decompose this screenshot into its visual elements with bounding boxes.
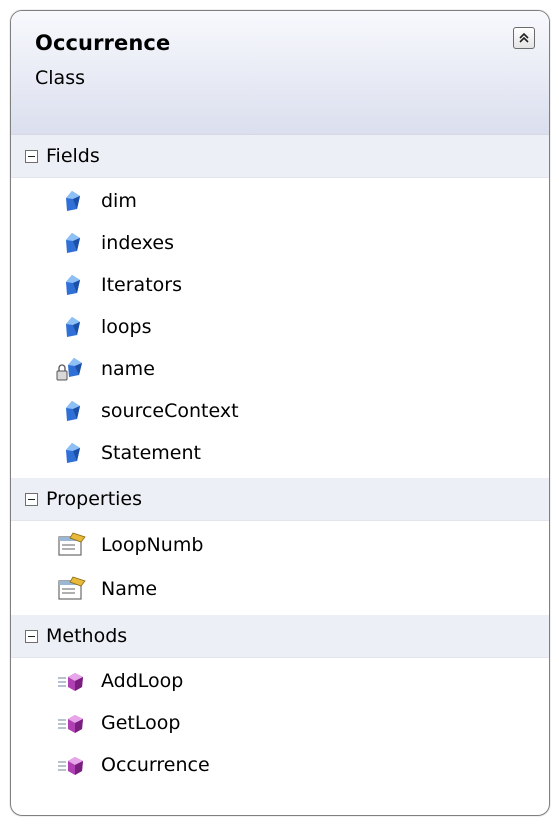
section-header-fields[interactable]: Fields xyxy=(11,135,549,178)
collapse-section-icon[interactable] xyxy=(25,149,38,163)
field-row[interactable]: indexes xyxy=(11,222,549,264)
property-name: LoopNumb xyxy=(101,534,204,556)
field-name: dim xyxy=(101,190,137,212)
field-name: Statement xyxy=(101,442,201,464)
class-name: Occurrence xyxy=(35,31,171,55)
section-label-methods: Methods xyxy=(46,625,128,647)
method-icon xyxy=(55,667,89,695)
method-icon xyxy=(55,709,89,737)
field-row[interactable]: dim xyxy=(11,180,549,222)
method-row[interactable]: AddLoop xyxy=(11,660,549,702)
property-name: Name xyxy=(101,578,158,600)
method-name: Occurrence xyxy=(101,754,210,776)
field-name: Iterators xyxy=(101,274,182,296)
field-name: indexes xyxy=(101,232,174,254)
field-row[interactable]: loops xyxy=(11,306,549,348)
class-kind: Class xyxy=(35,67,85,89)
property-icon xyxy=(55,575,89,603)
method-name: AddLoop xyxy=(101,670,184,692)
method-name: GetLoop xyxy=(101,712,181,734)
field-row[interactable]: Statement xyxy=(11,432,549,474)
property-row[interactable]: Name xyxy=(11,567,549,611)
collapse-button[interactable] xyxy=(513,27,535,49)
field-row[interactable]: Iterators xyxy=(11,264,549,306)
section-label-properties: Properties xyxy=(46,488,143,510)
class-shape[interactable]: Occurrence Class Fields dim indexes Iter… xyxy=(10,10,550,816)
field-icon xyxy=(55,271,89,299)
property-row[interactable]: LoopNumb xyxy=(11,523,549,567)
double-chevron-up-icon xyxy=(519,32,529,43)
method-row[interactable]: Occurrence xyxy=(11,744,549,786)
field-icon xyxy=(55,439,89,467)
methods-list: AddLoop GetLoop Occurrence xyxy=(11,658,549,790)
field-icon xyxy=(55,397,89,425)
properties-list: LoopNumb Name xyxy=(11,521,549,615)
method-icon xyxy=(55,751,89,779)
collapse-section-icon[interactable] xyxy=(25,492,38,506)
field-row[interactable]: name xyxy=(11,348,549,390)
section-label-fields: Fields xyxy=(46,145,100,167)
collapse-section-icon[interactable] xyxy=(25,629,38,643)
field-name: loops xyxy=(101,316,152,338)
method-row[interactable]: GetLoop xyxy=(11,702,549,744)
field-name: name xyxy=(101,358,155,380)
field-icon xyxy=(55,229,89,257)
section-header-methods[interactable]: Methods xyxy=(11,615,549,658)
class-header: Occurrence Class xyxy=(11,11,549,135)
private-field-icon xyxy=(55,355,89,383)
fields-list: dim indexes Iterators loops name sourceC… xyxy=(11,178,549,478)
field-icon xyxy=(55,187,89,215)
field-icon xyxy=(55,313,89,341)
field-name: sourceContext xyxy=(101,400,239,422)
field-row[interactable]: sourceContext xyxy=(11,390,549,432)
section-header-properties[interactable]: Properties xyxy=(11,478,549,521)
property-icon xyxy=(55,531,89,559)
